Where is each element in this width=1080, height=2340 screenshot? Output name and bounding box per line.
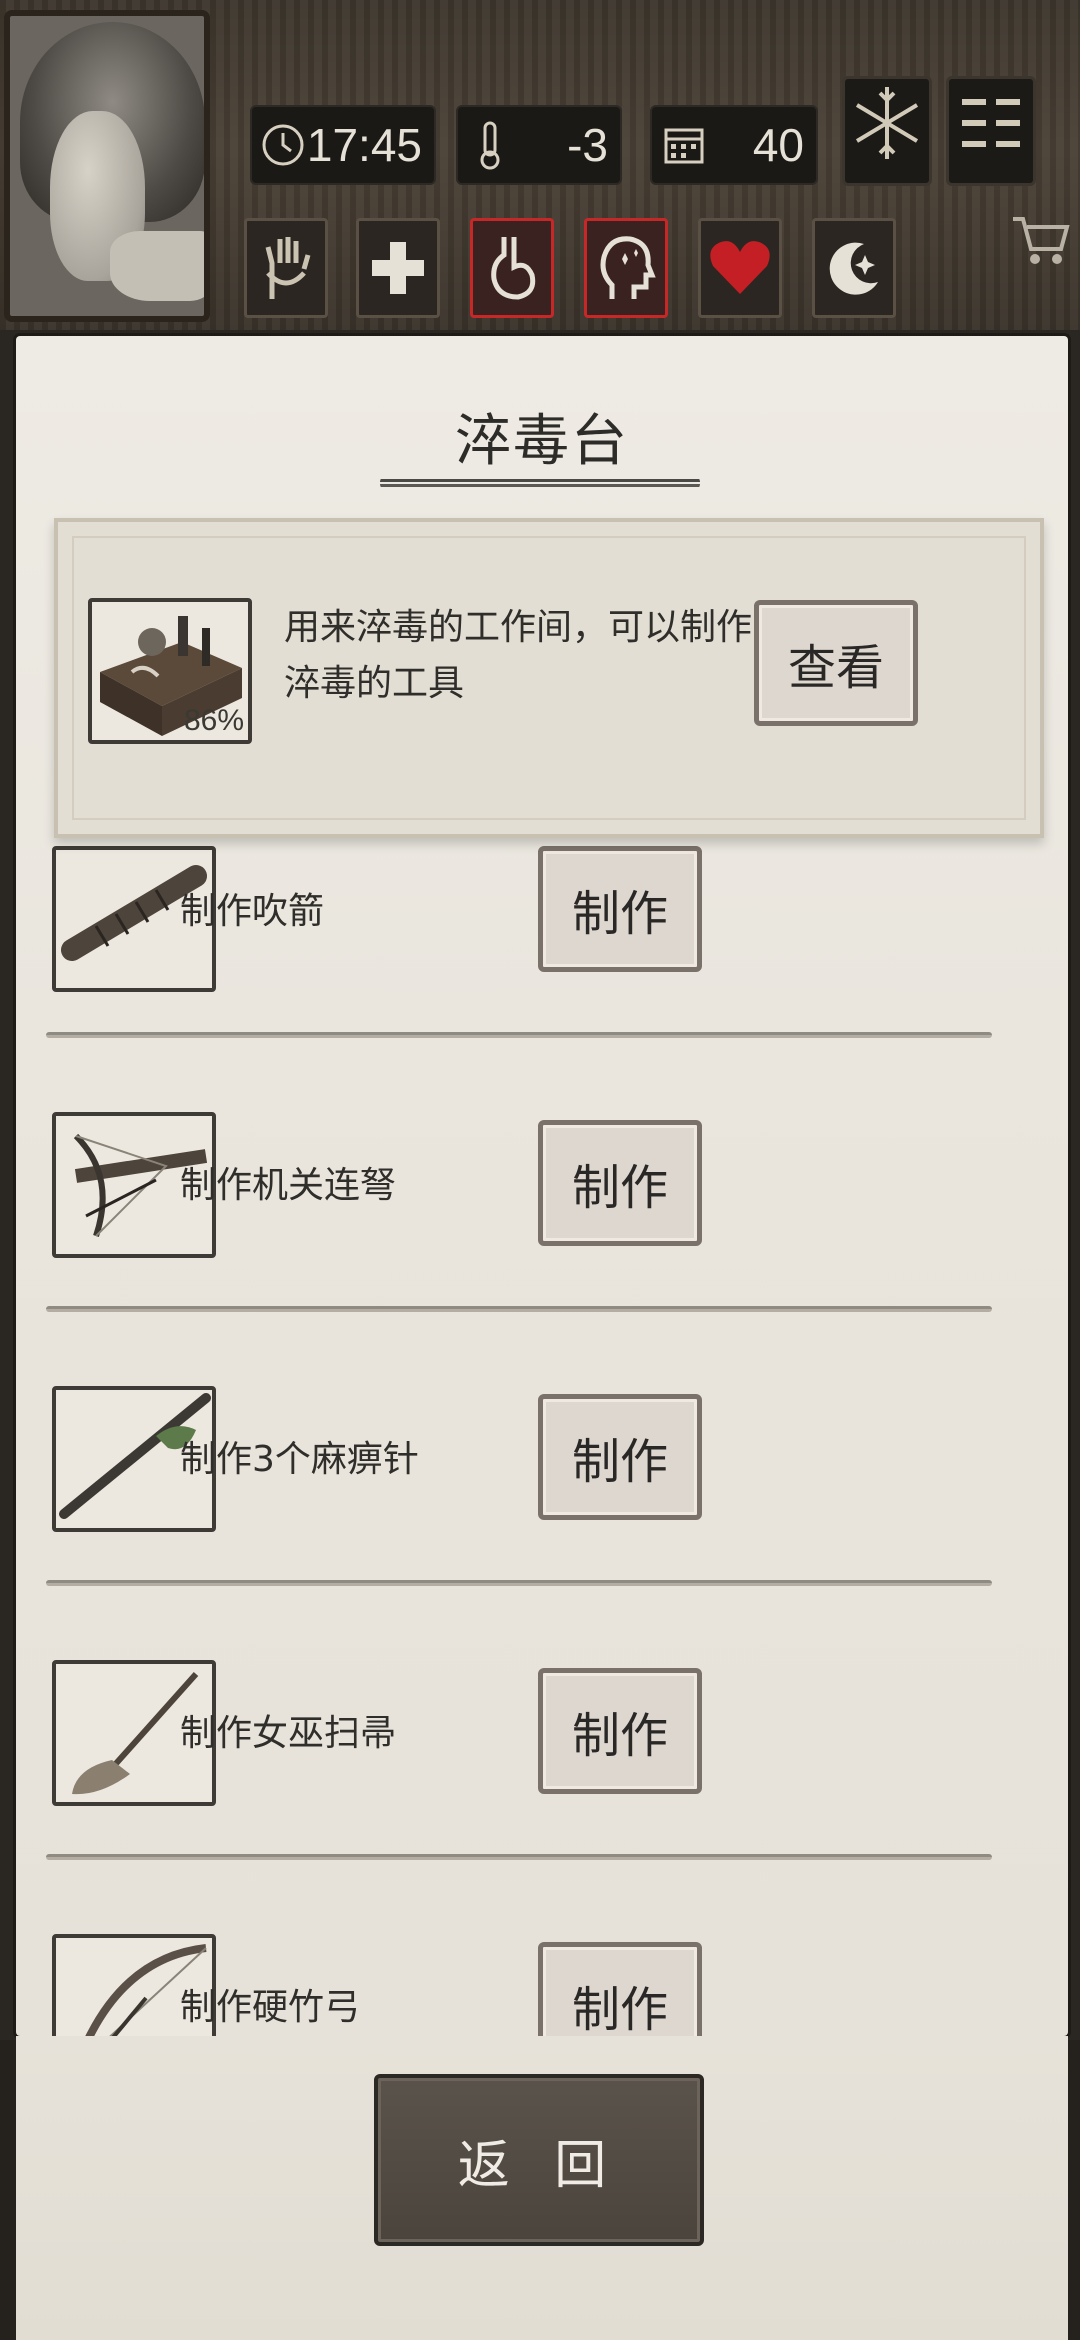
recipe-divider bbox=[46, 1580, 992, 1586]
workbench-thumbnail[interactable]: 86% bbox=[88, 598, 252, 744]
recipe-divider bbox=[46, 1032, 992, 1038]
craft-button[interactable]: 制作 bbox=[538, 1942, 702, 2036]
day-value: 40 bbox=[752, 119, 804, 171]
craft-button[interactable]: 制作 bbox=[538, 846, 702, 972]
recipe-label: 制作女巫扫帚 bbox=[180, 1713, 397, 1754]
snowflake-icon bbox=[852, 83, 922, 179]
portrait-scarf bbox=[110, 231, 204, 301]
recipe-label: 制作吹箭 bbox=[180, 891, 325, 932]
mind-icon[interactable] bbox=[584, 218, 668, 318]
craft-button[interactable]: 制作 bbox=[538, 1394, 702, 1520]
recipe-label: 制作机关连弩 bbox=[180, 1165, 397, 1206]
workbench-panel: 淬毒台 86% 用来淬毒的工作间，可以制作淬毒的工具 查看 制作吹箭 制作 制作… bbox=[16, 336, 1068, 2036]
health-cross-icon[interactable] bbox=[356, 218, 440, 318]
time-display: 17:45 bbox=[250, 105, 436, 185]
clock-icon bbox=[260, 121, 307, 169]
character-portrait[interactable] bbox=[4, 10, 210, 322]
craft-button[interactable]: 制作 bbox=[538, 1668, 702, 1794]
view-button[interactable]: 查看 bbox=[754, 600, 918, 726]
heart-icon[interactable] bbox=[698, 218, 782, 318]
menu-icon bbox=[956, 90, 1026, 172]
recipe-label: 制作3个麻痹针 bbox=[180, 1439, 419, 1480]
menu-button[interactable] bbox=[946, 76, 1036, 186]
featured-card: 86% 用来淬毒的工作间，可以制作淬毒的工具 查看 bbox=[54, 518, 1044, 838]
recipe-label: 制作硬竹弓 bbox=[180, 1987, 361, 2028]
back-button[interactable]: 返 回 bbox=[374, 2074, 704, 2246]
recipe-divider bbox=[46, 1854, 992, 1860]
temperature-display: -3 bbox=[456, 105, 622, 185]
moon-star-icon[interactable] bbox=[812, 218, 896, 318]
panel-title: 淬毒台 bbox=[455, 409, 629, 474]
weather-button[interactable] bbox=[842, 76, 932, 186]
thermometer-icon bbox=[466, 121, 514, 170]
time-value: 17:45 bbox=[306, 119, 422, 171]
temperature-value: -3 bbox=[567, 119, 608, 171]
hand-bandage-icon[interactable] bbox=[244, 218, 328, 318]
calendar-icon bbox=[660, 121, 708, 169]
shopping-cart-icon[interactable] bbox=[1006, 206, 1076, 276]
stomach-icon[interactable] bbox=[470, 218, 554, 318]
title-underline bbox=[380, 476, 700, 490]
featured-description: 用来淬毒的工作间，可以制作淬毒的工具 bbox=[284, 607, 753, 704]
recipe-divider bbox=[46, 1306, 992, 1312]
progress-percent: 86% bbox=[183, 704, 244, 737]
craft-button[interactable]: 制作 bbox=[538, 1120, 702, 1246]
day-display: 40 bbox=[650, 105, 818, 185]
